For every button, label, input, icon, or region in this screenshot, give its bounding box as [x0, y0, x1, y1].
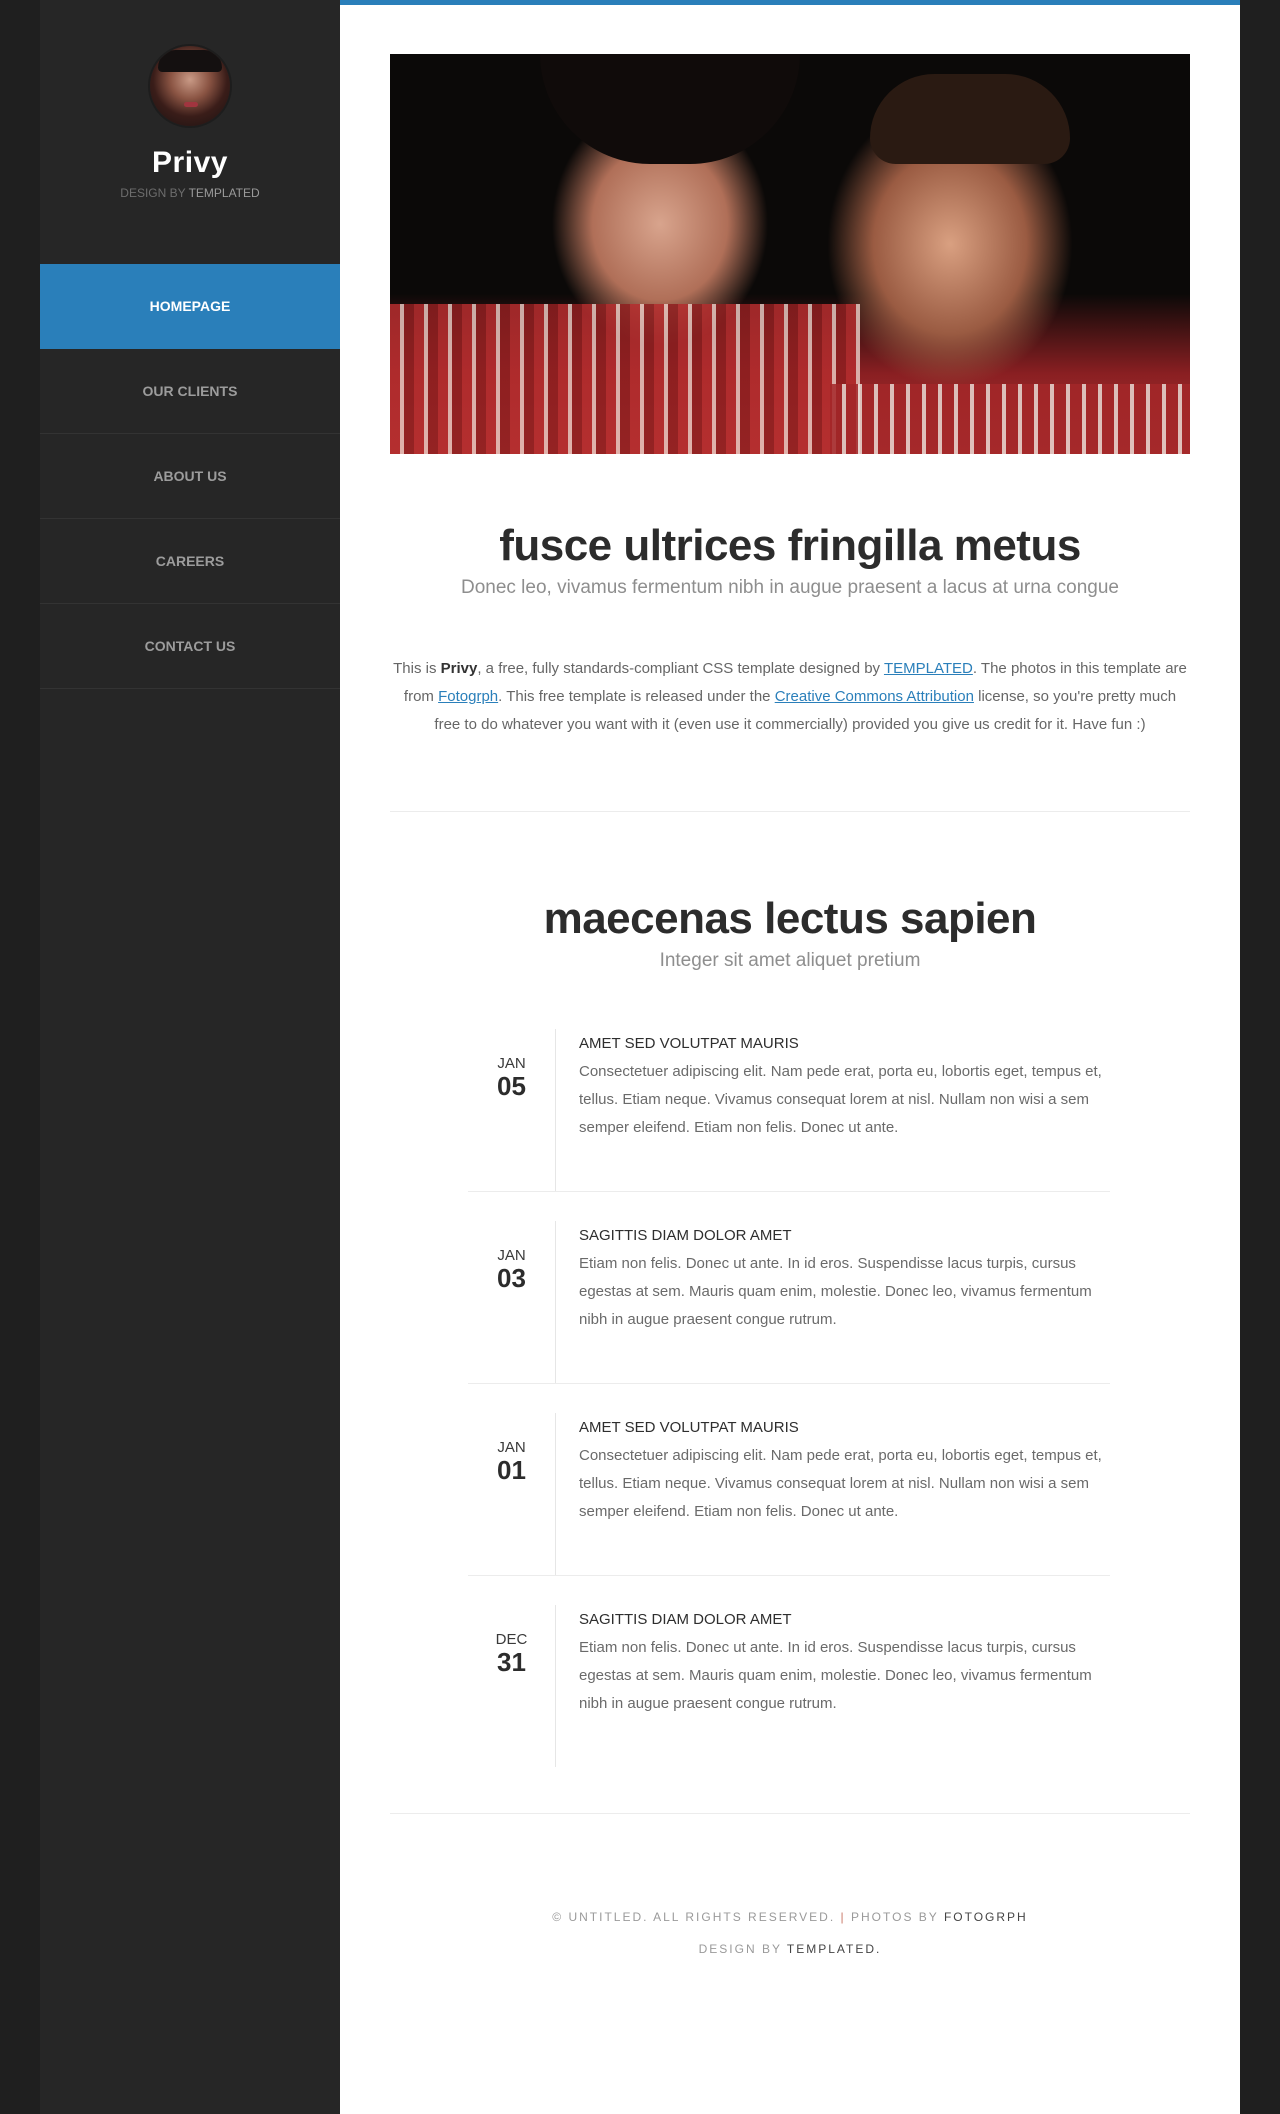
intro-text-2: , a free, fully standards-compliant CSS … [477, 660, 884, 677]
hero-shirt-right [830, 384, 1190, 454]
footer-design-link[interactable]: TEMPLATED. [787, 1942, 881, 1956]
post-date: Jan 01 [468, 1413, 556, 1575]
post-divider [468, 1383, 1110, 1384]
main-content: fusce ultrices fringilla metus Donec leo… [340, 0, 1240, 2114]
nav-item-our-clients[interactable]: Our Clients [40, 349, 340, 434]
avatar [150, 46, 230, 126]
site-title[interactable]: Privy [40, 146, 340, 180]
footer-line-2: Design by TEMPLATED. [390, 1933, 1190, 1965]
site-credit: Design by TEMPLATED [40, 186, 340, 200]
post-divider [468, 1191, 1110, 1192]
post-title[interactable]: Sagittis diam dolor amet [579, 1611, 1110, 1628]
fotogrph-link[interactable]: Fotogrph [438, 688, 498, 705]
post-text: Etiam non felis. Donec ut ante. In id er… [579, 1639, 1092, 1712]
nav-item-homepage[interactable]: Homepage [40, 264, 340, 349]
post-month: Jan [497, 1247, 526, 1264]
nav-item-careers[interactable]: Careers [40, 519, 340, 604]
post-month: Dec [495, 1631, 528, 1648]
post-item: Jan 01 Amet sed volutpat mauris Consecte… [468, 1413, 1110, 1575]
footer: © Untitled. All rights reserved. | Photo… [390, 1901, 1190, 1965]
intro-text-4: . This free template is released under t… [498, 688, 775, 705]
intro-paragraph: This is Privy, a free, fully standards-c… [390, 655, 1190, 739]
section2-subtitle: Integer sit amet aliquet pretium [659, 950, 921, 971]
avatar-lips [184, 102, 198, 107]
hero-hair-right [870, 74, 1070, 164]
post-month: Jan [497, 1055, 526, 1072]
post-title[interactable]: Amet sed volutpat mauris [579, 1419, 1110, 1436]
post-item: Jan 03 Sagittis diam dolor amet Etiam no… [468, 1221, 1110, 1383]
section1-title: fusce ultrices fringilla metus [499, 521, 1081, 570]
post-item: Dec 31 Sagittis diam dolor amet Etiam no… [468, 1605, 1110, 1767]
credit-prefix: Design by [120, 186, 186, 200]
nav-item-contact-us[interactable]: Contact Us [40, 604, 340, 689]
post-text: Etiam non felis. Donec ut ante. In id er… [579, 1255, 1092, 1328]
footer-design-prefix: Design by [698, 1942, 782, 1956]
post-body: Amet sed volutpat mauris Consectetuer ad… [579, 1419, 1110, 1526]
footer-line-1: © Untitled. All rights reserved. | Photo… [390, 1901, 1190, 1933]
avatar-hair [158, 50, 222, 72]
post-day: 05 [497, 1071, 526, 1101]
post-body: Sagittis diam dolor amet Etiam non felis… [579, 1227, 1110, 1334]
post-month: Jan [497, 1439, 526, 1456]
post-body: Amet sed volutpat mauris Consectetuer ad… [579, 1035, 1110, 1142]
hero-shirt-left [390, 304, 860, 454]
hero-hair-left [540, 54, 800, 164]
post-title[interactable]: Amet sed volutpat mauris [579, 1035, 1110, 1052]
post-date: Dec 31 [468, 1605, 556, 1767]
license-link[interactable]: Creative Commons Attribution [775, 688, 974, 705]
section2-title: maecenas lectus sapien [543, 894, 1037, 943]
post-text: Consectetuer adipiscing elit. Nam pede e… [579, 1063, 1102, 1136]
credit-link[interactable]: TEMPLATED [189, 186, 260, 200]
nav-item-about-us[interactable]: About Us [40, 434, 340, 519]
post-day: 31 [497, 1647, 526, 1677]
footer-copyright: © Untitled. All rights reserved. [552, 1910, 836, 1924]
section-divider [390, 811, 1190, 812]
post-text: Consectetuer adipiscing elit. Nam pede e… [579, 1447, 1102, 1520]
post-title[interactable]: Sagittis diam dolor amet [579, 1227, 1110, 1244]
footer-photos-link[interactable]: Fotogrph [944, 1910, 1028, 1924]
post-date: Jan 03 [468, 1221, 556, 1383]
intro-text-1: This is [393, 660, 441, 677]
sidebar: Privy Design by TEMPLATED Homepage Our C… [40, 0, 340, 2114]
post-divider [468, 1575, 1110, 1576]
footer-photos-prefix: Photos by [851, 1910, 939, 1924]
hero-image [390, 54, 1190, 454]
post-date: Jan 05 [468, 1029, 556, 1191]
logo-block: Privy Design by TEMPLATED [40, 0, 340, 200]
templated-link[interactable]: TEMPLATED [884, 660, 973, 677]
footer-divider [390, 1813, 1190, 1814]
post-day: 01 [497, 1455, 526, 1485]
post-day: 03 [497, 1263, 526, 1293]
intro-brand: Privy [440, 660, 478, 677]
main-nav: Homepage Our Clients About Us Careers Co… [40, 264, 340, 689]
post-body: Sagittis diam dolor amet Etiam non felis… [579, 1611, 1110, 1718]
section1-subtitle: Donec leo, vivamus fermentum nibh in aug… [460, 577, 1119, 598]
footer-separator: | [840, 1910, 846, 1924]
post-item: Jan 05 Amet sed volutpat mauris Consecte… [468, 1029, 1110, 1191]
